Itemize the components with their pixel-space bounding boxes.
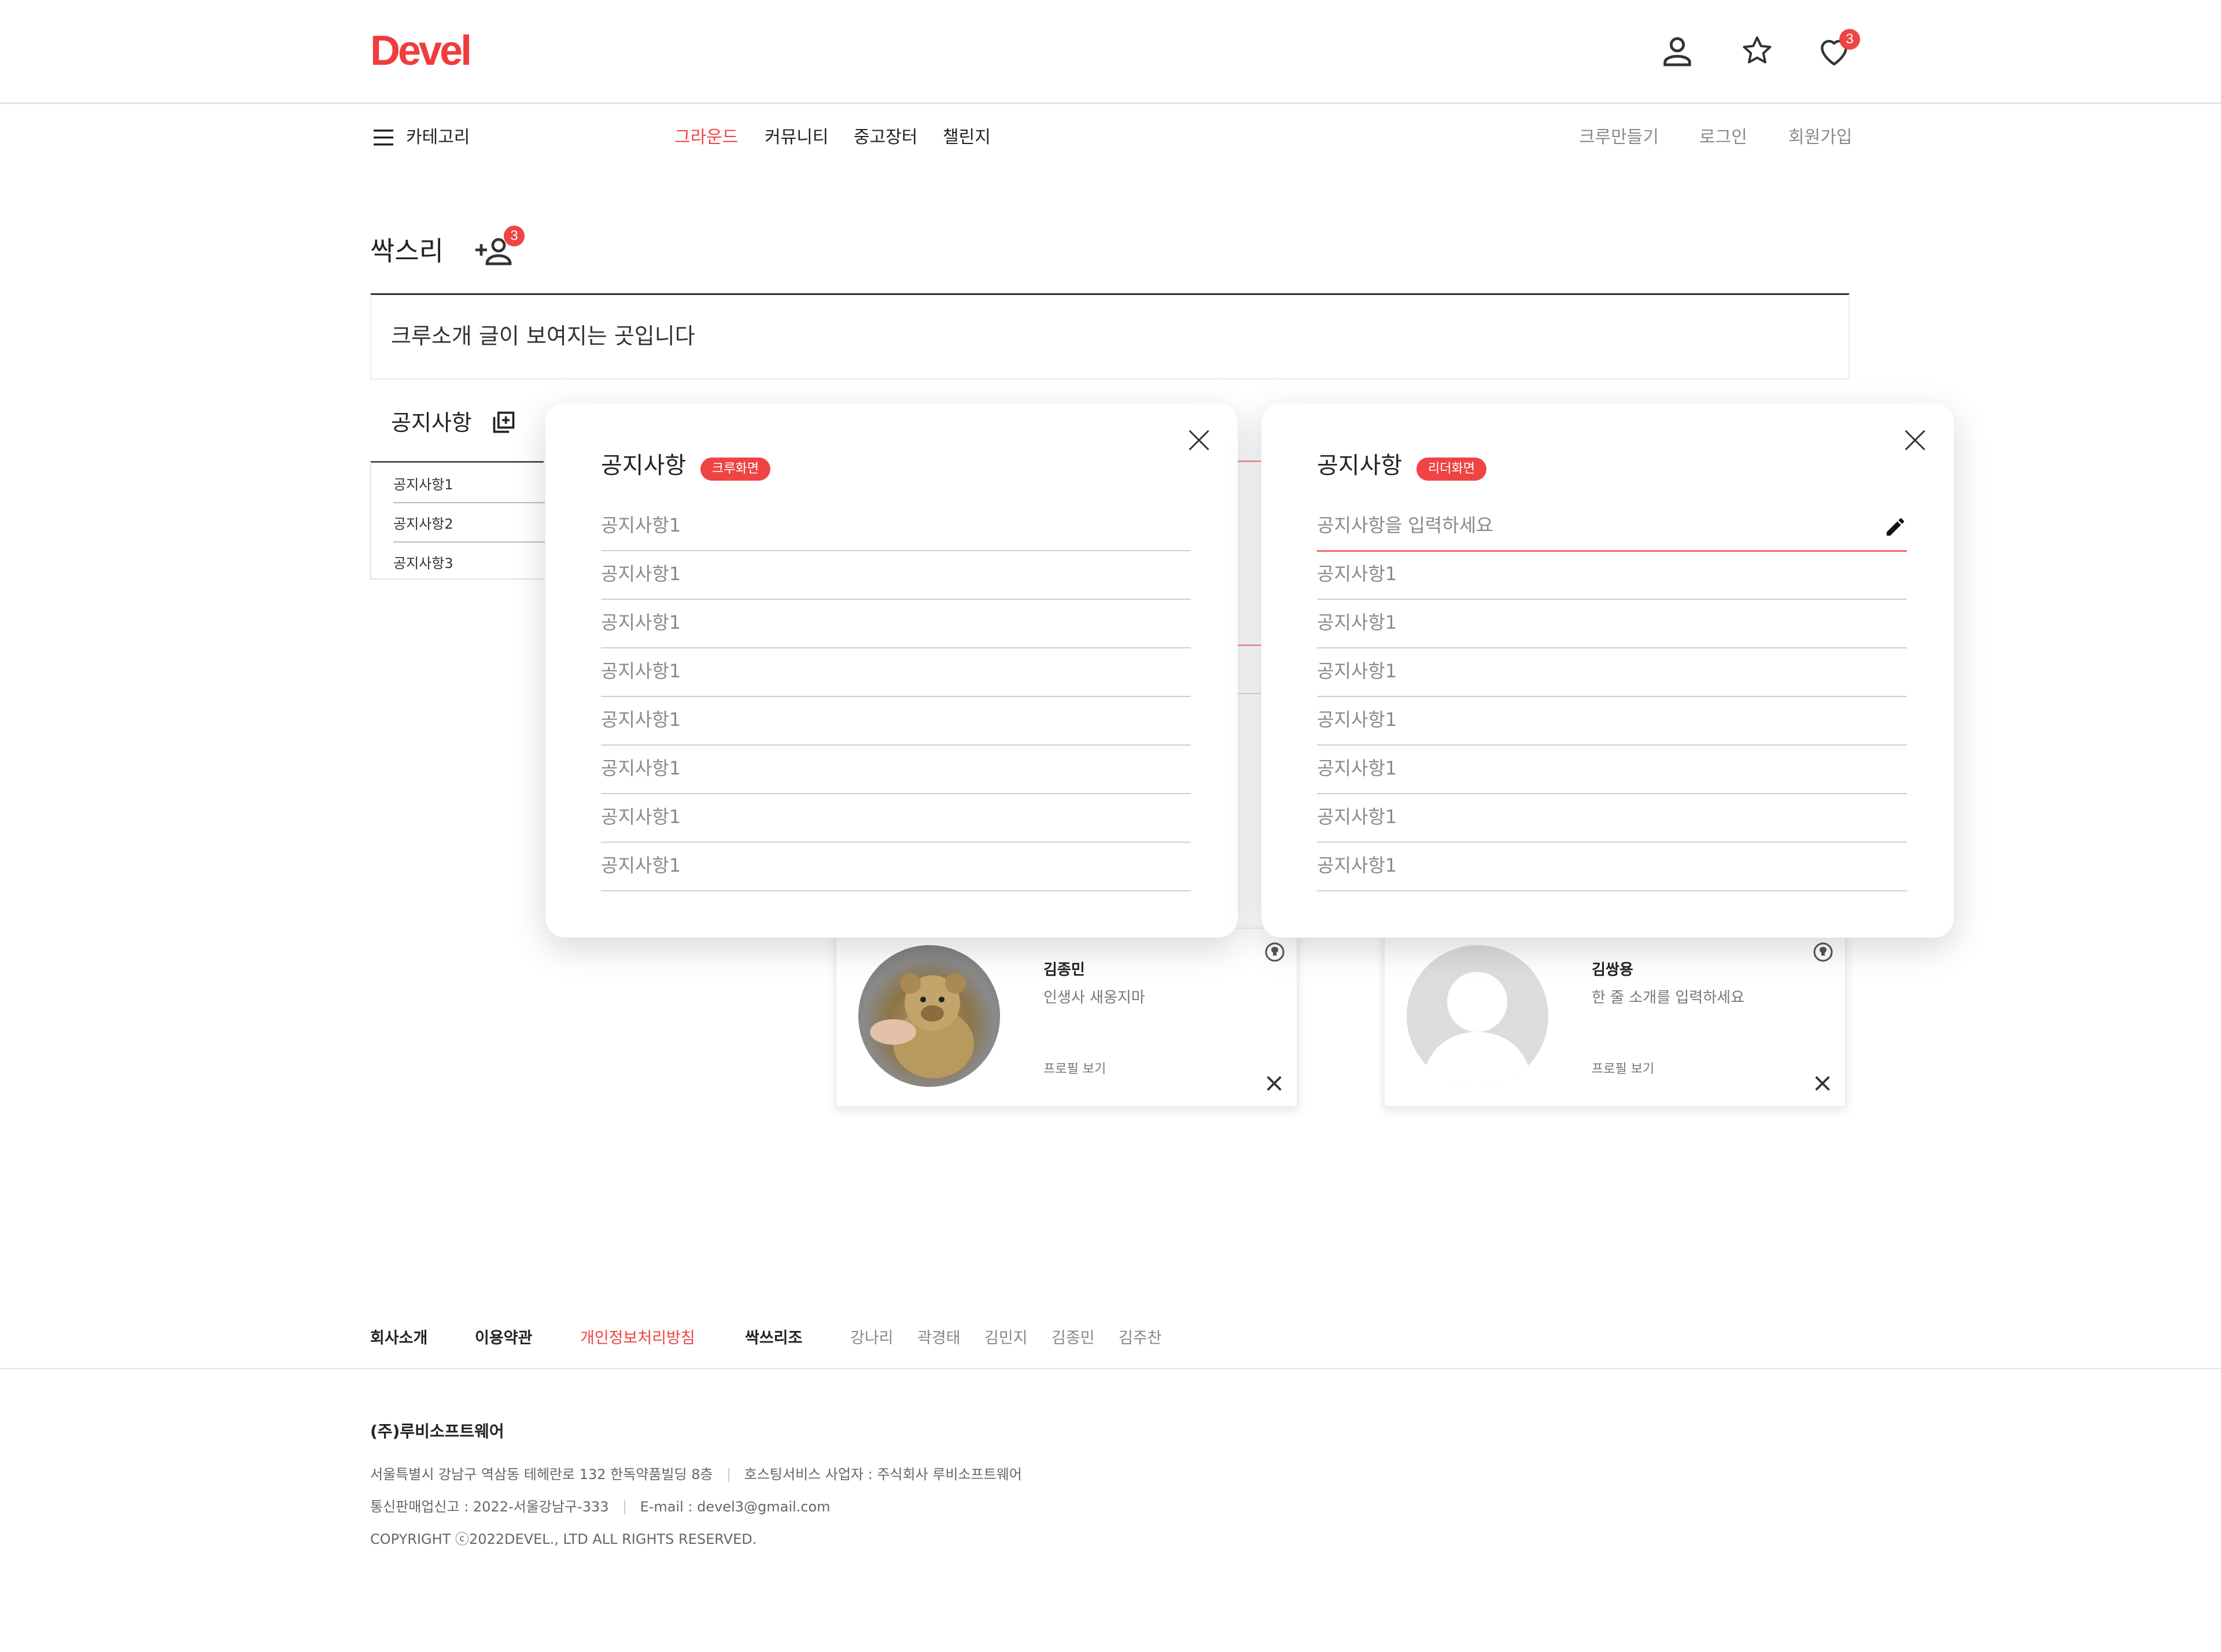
member-card: 김종민 인생사 새옹지마 프로필 보기 [835, 928, 1298, 1107]
separator [623, 1500, 625, 1514]
member-name: 김종민 [1043, 961, 1085, 979]
notice-row[interactable]: 공지사항1 [601, 502, 1191, 551]
notice-row[interactable]: 공지사항1 [1317, 842, 1907, 891]
crew-title: 싹스리 [370, 235, 444, 267]
notice-item[interactable]: 공지사항1 [393, 475, 453, 494]
footer-team-member: 김민지 [984, 1329, 1028, 1347]
footer-team-label: 싹쓰리조 [745, 1329, 803, 1347]
notice-row[interactable]: 공지사항1 [601, 696, 1191, 746]
modal-title: 공지사항 [1317, 452, 1403, 479]
member-request-badge: 3 [504, 226, 525, 246]
notice-row[interactable]: 공지사항1 [1317, 793, 1907, 843]
member-name: 김쌍용 [1592, 961, 1633, 979]
member-intro: 한 줄 소개를 입력하세요 [1592, 989, 1744, 1006]
devel-logo[interactable]: Devel [370, 30, 472, 72]
header-divider [0, 102, 2221, 104]
separator [728, 1468, 729, 1482]
crew-intro-text: 크루소개 글이 보여지는 곳입니다 [391, 323, 695, 349]
divider [393, 502, 545, 503]
member-intro: 인생사 새옹지마 [1043, 989, 1145, 1006]
remove-member-icon[interactable] [1813, 1074, 1832, 1093]
notice-add-icon[interactable] [490, 410, 517, 435]
notice-row[interactable]: 공지사항1 [601, 744, 1191, 794]
footer-team-member: 김종민 [1052, 1329, 1095, 1347]
notice-row[interactable]: 공지사항1 [601, 842, 1191, 891]
footer-privacy[interactable]: 개인정보처리방침 [580, 1328, 695, 1349]
notice-input-field[interactable]: 공지사항을 입력하세요 [1317, 502, 1907, 552]
footer-registration: 통신판매업신고 : 2022-서울강남구-333 [370, 1499, 609, 1515]
notice-row[interactable]: 공지사항1 [601, 550, 1191, 600]
notice-row[interactable]: 공지사항1 [1317, 744, 1907, 794]
notice-modal-leader: 공지사항 리더화면 공지사항을 입력하세요 공지사항1 공지사항1 공지사항1 … [1261, 403, 1954, 938]
notice-heading: 공지사항 [391, 410, 472, 436]
divider [393, 541, 545, 543]
notice-row[interactable]: 공지사항1 [1317, 647, 1907, 697]
notice-input-placeholder[interactable]: 공지사항을 입력하세요 [1317, 513, 1493, 537]
profile-link[interactable]: 프로필 보기 [1592, 1061, 1654, 1078]
nav-login[interactable]: 로그인 [1699, 126, 1747, 149]
footer-address-line: 서울특별시 강남구 역삼동 테헤란로 132 한독약품빌딩 8층 호스팅서비스 사… [370, 1465, 1022, 1484]
nav-ground[interactable]: 그라운드 [674, 126, 738, 149]
footer-registration-line: 통신판매업신고 : 2022-서울강남구-333 E-mail : devel3@… [370, 1497, 831, 1517]
footer-company-intro[interactable]: 회사소개 [370, 1328, 427, 1349]
notice-row[interactable]: 공지사항1 [601, 647, 1191, 697]
member-avatar [858, 945, 1000, 1087]
footer-hosting: 호스팅서비스 사업자 : 주식회사 루비소프트웨어 [744, 1466, 1022, 1483]
footer-copyright: COPYRIGHT ⓒ2022DEVEL., LTD ALL RIGHTS RE… [370, 1531, 757, 1547]
notice-row[interactable]: 공지사항1 [1317, 550, 1907, 600]
view-mode-tag: 리더화면 [1416, 458, 1486, 481]
nav-challenge[interactable]: 챌린지 [943, 126, 991, 149]
star-icon[interactable] [1740, 34, 1774, 68]
member-avatar [1407, 945, 1548, 1087]
heart-count-badge: 3 [1839, 29, 1860, 50]
github-icon[interactable] [1264, 942, 1285, 963]
edit-pencil-icon[interactable] [1884, 515, 1907, 539]
remove-member-icon[interactable] [1264, 1074, 1284, 1093]
nav-community[interactable]: 커뮤니티 [765, 126, 828, 149]
notice-row[interactable]: 공지사항1 [601, 599, 1191, 648]
crew-intro-box: 크루소개 글이 보여지는 곳입니다 [370, 293, 1850, 379]
footer-team-member: 곽경태 [917, 1329, 961, 1347]
footer-address: 서울특별시 강남구 역삼동 테헤란로 132 한독약품빌딩 8층 [370, 1466, 713, 1483]
notice-row[interactable]: 공지사항1 [1317, 599, 1907, 648]
close-icon[interactable] [1902, 427, 1928, 453]
footer-divider [0, 1368, 2221, 1369]
category-menu[interactable]: 카테고리 [406, 126, 470, 149]
notice-list: 공지사항1 공지사항2 공지사항3 [370, 461, 545, 580]
notice-item[interactable]: 공지사항2 [393, 515, 453, 533]
user-icon[interactable] [1659, 32, 1696, 69]
nav-market[interactable]: 중고장터 [854, 126, 917, 149]
footer-email: E-mail : devel3@gmail.com [640, 1499, 831, 1515]
notice-item[interactable]: 공지사항3 [393, 554, 453, 573]
notice-row[interactable]: 공지사항1 [1317, 696, 1907, 746]
hamburger-icon[interactable] [374, 128, 394, 147]
notice-row[interactable]: 공지사항1 [601, 793, 1191, 843]
footer-company-name: (주)루비소프트웨어 [370, 1422, 504, 1441]
notice-modal-crew: 공지사항 크루화면 공지사항1 공지사항1 공지사항1 공지사항1 공지사항1 … [545, 403, 1238, 938]
profile-link[interactable]: 프로필 보기 [1043, 1061, 1106, 1078]
nav-signup[interactable]: 회원가입 [1788, 126, 1852, 149]
close-icon[interactable] [1186, 427, 1212, 453]
modal-title: 공지사항 [601, 452, 687, 479]
nav-create-crew[interactable]: 크루만들기 [1579, 126, 1659, 149]
footer-team-member: 김주찬 [1119, 1329, 1162, 1347]
github-icon[interactable] [1813, 942, 1833, 963]
footer-terms[interactable]: 이용약관 [475, 1328, 532, 1349]
footer-team-member: 강나리 [850, 1329, 894, 1347]
member-card: 김쌍용 한 줄 소개를 입력하세요 프로필 보기 [1383, 928, 1846, 1107]
view-mode-tag: 크루화면 [700, 458, 770, 481]
